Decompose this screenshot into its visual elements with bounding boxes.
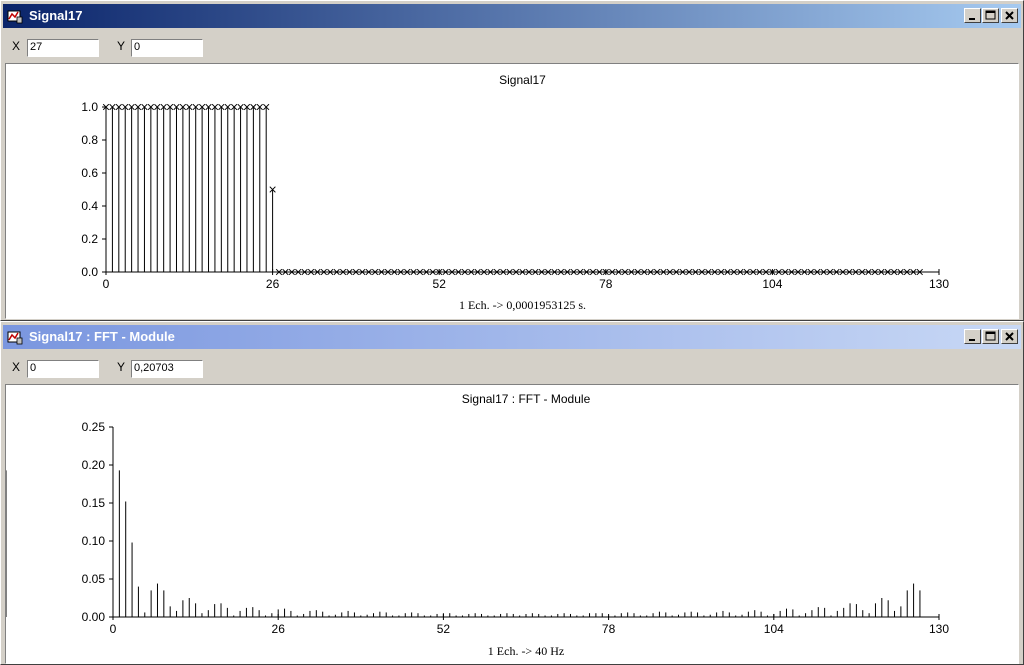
x-label: X [12, 360, 21, 374]
y-tick-label: 0.05 [82, 572, 106, 586]
maximize-icon [985, 331, 996, 341]
title-bar[interactable]: Signal17 [3, 4, 1021, 28]
maximize-button[interactable] [982, 329, 999, 344]
y-tick-label: 0.2 [81, 232, 98, 246]
window-title: Signal17 [29, 8, 83, 23]
minimize-button[interactable] [964, 8, 981, 23]
close-button[interactable] [1001, 8, 1018, 23]
y-tick-label: 0.25 [82, 420, 106, 434]
x-tick-label: 26 [266, 277, 280, 291]
x-tick-label: 104 [764, 622, 784, 636]
x-tick-label: 26 [272, 622, 286, 636]
fft-window[interactable]: Signal17 : FFT - Module X 0 Y 0,20703 Si… [0, 321, 1024, 665]
y-label: Y [117, 360, 126, 374]
close-button[interactable] [1001, 329, 1018, 344]
close-icon [1005, 332, 1014, 341]
title-bar[interactable]: Signal17 : FFT - Module [3, 325, 1021, 349]
fft-chart[interactable]: Signal17 : FFT - Module 0.00 0.05 0.10 0.15 0… [6, 385, 1020, 663]
maximize-icon [985, 10, 996, 20]
x-field[interactable]: 0 [27, 360, 99, 378]
signal-window[interactable]: Signal17 X 27 Y 0 Signal17 0.0 0.2 0.4 0.6 0.… [0, 0, 1024, 321]
chart-window-icon[interactable] [7, 8, 23, 24]
y-tick-label: 0.0 [81, 265, 98, 279]
minimize-button[interactable] [964, 329, 981, 344]
y-tick-label: 0.20 [82, 458, 106, 472]
maximize-button[interactable] [982, 8, 999, 23]
signal-chart[interactable]: Signal17 0.0 0.2 0.4 0.6 0.8 1.0 0 26 52 78 104 130 1… [6, 64, 1020, 318]
y-tick-label: 0.6 [81, 166, 98, 180]
x-axis-label: 1 Ech. -> 0,0001953125 s. [459, 298, 586, 312]
y-tick-label: 0.8 [81, 133, 98, 147]
x-axis-label: 1 Ech. -> 40 Hz [488, 644, 564, 658]
x-tick-label: 104 [762, 277, 782, 291]
x-tick-label: 78 [602, 622, 616, 636]
y-tick-label: 0.15 [82, 496, 106, 510]
chart-window-icon[interactable] [7, 329, 23, 345]
plot-area[interactable]: Signal17 0.0 0.2 0.4 0.6 0.8 1.0 0 26 52 78 104 130 1… [5, 63, 1019, 319]
y-field[interactable]: 0,20703 [131, 360, 203, 378]
plot-area[interactable]: Signal17 : FFT - Module 0.00 0.05 0.10 0.15 0… [5, 384, 1019, 664]
x-tick-label: 130 [929, 277, 949, 291]
x-tick-label: 52 [433, 277, 447, 291]
y-tick-label: 0.4 [81, 199, 98, 213]
x-field[interactable]: 27 [27, 39, 99, 57]
y-tick-label: 0.10 [82, 534, 106, 548]
chart-title: Signal17 : FFT - Module [462, 392, 591, 406]
y-tick-label: 0.00 [82, 610, 106, 624]
x-label: X [12, 39, 21, 53]
x-tick-label: 52 [437, 622, 451, 636]
window-title: Signal17 : FFT - Module [29, 329, 175, 344]
x-tick-label: 0 [110, 622, 117, 636]
close-icon [1005, 11, 1014, 20]
x-tick-label: 78 [599, 277, 613, 291]
minimize-icon [969, 339, 975, 341]
y-label: Y [117, 39, 126, 53]
y-field[interactable]: 0 [131, 39, 203, 57]
x-tick-label: 130 [929, 622, 949, 636]
x-tick-label: 0 [103, 277, 110, 291]
coordinate-bar: X 27 Y 0 [3, 31, 1021, 61]
y-tick-label: 1.0 [81, 100, 98, 114]
coordinate-bar: X 0 Y 0,20703 [3, 352, 1021, 382]
chart-title: Signal17 [499, 73, 546, 87]
minimize-icon [969, 18, 975, 20]
